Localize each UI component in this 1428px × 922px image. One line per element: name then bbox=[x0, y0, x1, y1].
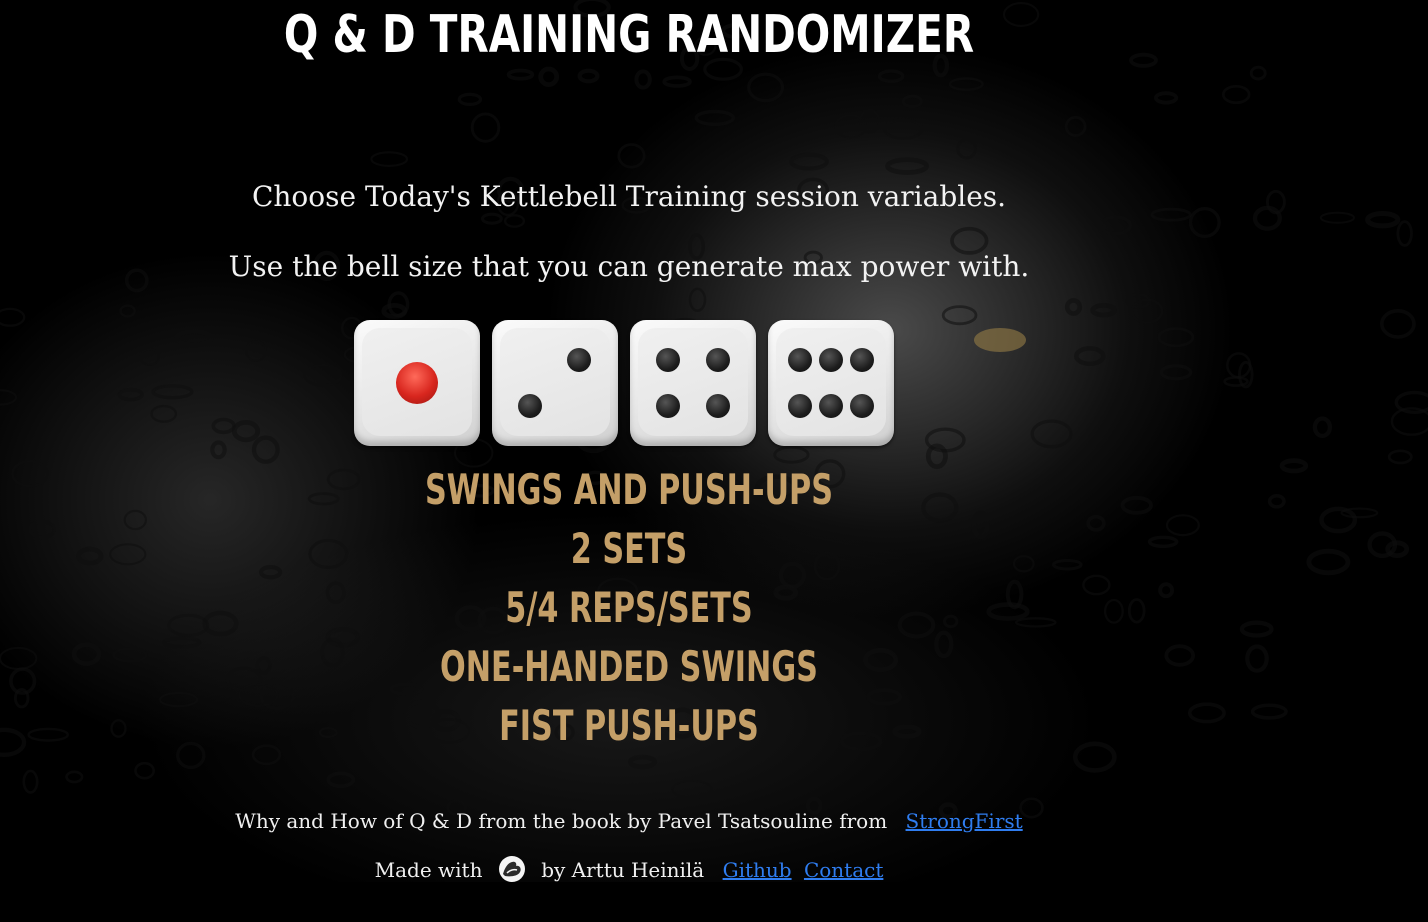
contact-link[interactable]: Contact bbox=[804, 858, 883, 882]
page-title: Q & D TRAINING RANDOMIZER bbox=[283, 5, 975, 65]
author-text: by Arttu Heinilä bbox=[541, 858, 705, 882]
pip-icon bbox=[819, 394, 843, 418]
intro-line-2: Use the bell size that you can generate … bbox=[228, 250, 1030, 283]
made-with-text: Made with bbox=[374, 858, 483, 882]
credit-line: Why and How of Q & D from the book by Pa… bbox=[0, 809, 1258, 833]
pip-icon bbox=[518, 394, 542, 418]
pip-icon bbox=[850, 348, 874, 372]
pip-icon bbox=[706, 348, 730, 372]
pip-icon bbox=[656, 394, 680, 418]
result-exercise: SWINGS AND PUSH-UPS bbox=[424, 465, 834, 514]
pip-icon bbox=[819, 348, 843, 372]
pip-icon bbox=[656, 348, 680, 372]
pip-icon bbox=[788, 348, 812, 372]
result-reps: 5/4 REPS/SETS bbox=[505, 583, 753, 632]
results-list: SWINGS AND PUSH-UPS 2 SETS 5/4 REPS/SETS… bbox=[0, 460, 1258, 755]
result-pushup-type: FIST PUSH-UPS bbox=[499, 701, 759, 750]
result-sets: 2 SETS bbox=[570, 524, 688, 573]
made-with-line: Made with by Arttu Heinilä Github Contac… bbox=[0, 855, 1258, 884]
die-4[interactable] bbox=[630, 320, 756, 446]
die-1[interactable] bbox=[354, 320, 480, 446]
pip-icon bbox=[788, 394, 812, 418]
credit-text: Why and How of Q & D from the book by Pa… bbox=[235, 809, 888, 833]
die-6[interactable] bbox=[768, 320, 894, 446]
flexed-biceps-icon bbox=[498, 855, 525, 882]
pip-icon bbox=[706, 394, 730, 418]
pip-icon bbox=[850, 394, 874, 418]
intro-line-1: Choose Today's Kettlebell Training sessi… bbox=[251, 180, 1007, 213]
github-link[interactable]: Github bbox=[723, 858, 792, 882]
strongfirst-link[interactable]: StrongFirst bbox=[906, 809, 1023, 833]
die-2[interactable] bbox=[492, 320, 618, 446]
pip-icon bbox=[567, 348, 591, 372]
dice-row bbox=[354, 320, 894, 446]
red-pip-icon bbox=[396, 362, 438, 404]
result-swing-type: ONE-HANDED SWINGS bbox=[440, 642, 818, 691]
